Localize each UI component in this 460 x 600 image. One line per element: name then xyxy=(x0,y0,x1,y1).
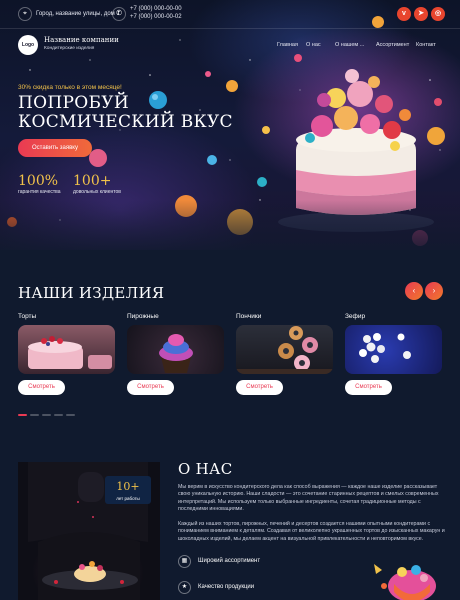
product-title-cakes: Торты xyxy=(18,313,37,320)
product-title-donuts: Пончики xyxy=(236,313,262,320)
nav-item-about[interactable]: О нас xyxy=(306,42,321,48)
stat-quality-number: 100% xyxy=(18,173,59,189)
quality-icon: ★ xyxy=(178,581,191,594)
feature-assortment: Широкий ассортимент xyxy=(198,558,261,564)
view-button-donuts[interactable]: Смотреть xyxy=(236,380,283,395)
experience-number: 10+ xyxy=(116,480,140,493)
carousel-prev-button[interactable]: ‹ xyxy=(405,282,423,300)
donuts-image[interactable] xyxy=(236,325,333,374)
topbar: ⌖ Город, название улицы, дом 1 ✆ +7 (000… xyxy=(0,0,460,28)
decorative-cake-icon xyxy=(374,564,436,600)
carousel-dot[interactable] xyxy=(42,414,51,416)
product-title-marshmallow: Зефир xyxy=(345,313,366,320)
address-text: Город, название улицы, дом 1 xyxy=(36,11,120,17)
cake-image[interactable] xyxy=(18,325,115,374)
assortment-icon: ▦ xyxy=(178,555,191,568)
nav-item-our[interactable]: О нашем ... xyxy=(335,42,364,48)
phone-icon: ✆ xyxy=(112,7,126,21)
nav-item-contact[interactable]: Контакт xyxy=(416,42,436,48)
phone-1[interactable]: +7 (000) 000-00-00 xyxy=(130,6,182,12)
product-title-pastries: Пирожные xyxy=(127,313,159,320)
cta-button[interactable]: Оставить заявку xyxy=(18,139,92,157)
hero-title-line2: КОСМИЧЕСКИЙ ВКУС xyxy=(18,112,233,132)
topbar-divider xyxy=(0,28,460,29)
phone-2[interactable]: +7 (000) 000-00-02 xyxy=(130,14,182,20)
products-title: НАШИ ИЗДЕЛИЯ xyxy=(18,284,165,302)
company-tagline: Кондитерские изделия xyxy=(44,46,95,51)
carousel-dot[interactable] xyxy=(66,414,75,416)
view-button-cakes[interactable]: Смотреть xyxy=(18,380,65,395)
carousel-next-button[interactable]: › xyxy=(425,282,443,300)
logo[interactable]: Logo xyxy=(18,35,38,55)
feature-quality: Качество продукции xyxy=(198,584,255,590)
experience-label: лет работы xyxy=(116,496,140,501)
about-paragraph-2: Каждый из наших тортов, пирожных, печени… xyxy=(178,521,445,542)
hero-title-line1: ПОПРОБУЙ xyxy=(18,93,129,113)
view-button-marshmallow[interactable]: Смотреть xyxy=(345,380,392,395)
marshmallow-image[interactable] xyxy=(345,325,442,374)
view-button-pastries[interactable]: Смотреть xyxy=(127,380,174,395)
hero-fade xyxy=(0,200,460,250)
stat-clients-number: 100+ xyxy=(73,173,112,189)
carousel-dot[interactable] xyxy=(54,414,63,416)
nav-item-home[interactable]: Главная xyxy=(277,42,298,48)
cupcake-image[interactable] xyxy=(127,325,224,374)
carousel-dot[interactable] xyxy=(30,414,39,416)
location-icon: ⌖ xyxy=(18,7,32,21)
company-name: Название компании xyxy=(44,36,119,44)
stat-clients-label: довольных клиентов xyxy=(73,189,121,195)
stat-quality-label: гарантия качества xyxy=(18,189,61,195)
telegram-icon[interactable]: ➤ xyxy=(414,7,428,21)
about-title: О НАС xyxy=(178,460,233,478)
about-paragraph-1: Мы верим в искусство кондитерского дела … xyxy=(178,484,439,512)
promo-text: 30% скидка только в этом месяце! xyxy=(18,84,122,91)
nav-item-assortment[interactable]: Ассортимент xyxy=(376,42,409,48)
instagram-icon[interactable]: ◎ xyxy=(431,7,445,21)
vk-icon[interactable]: v xyxy=(397,7,411,21)
carousel-dot-active[interactable] xyxy=(18,414,27,416)
